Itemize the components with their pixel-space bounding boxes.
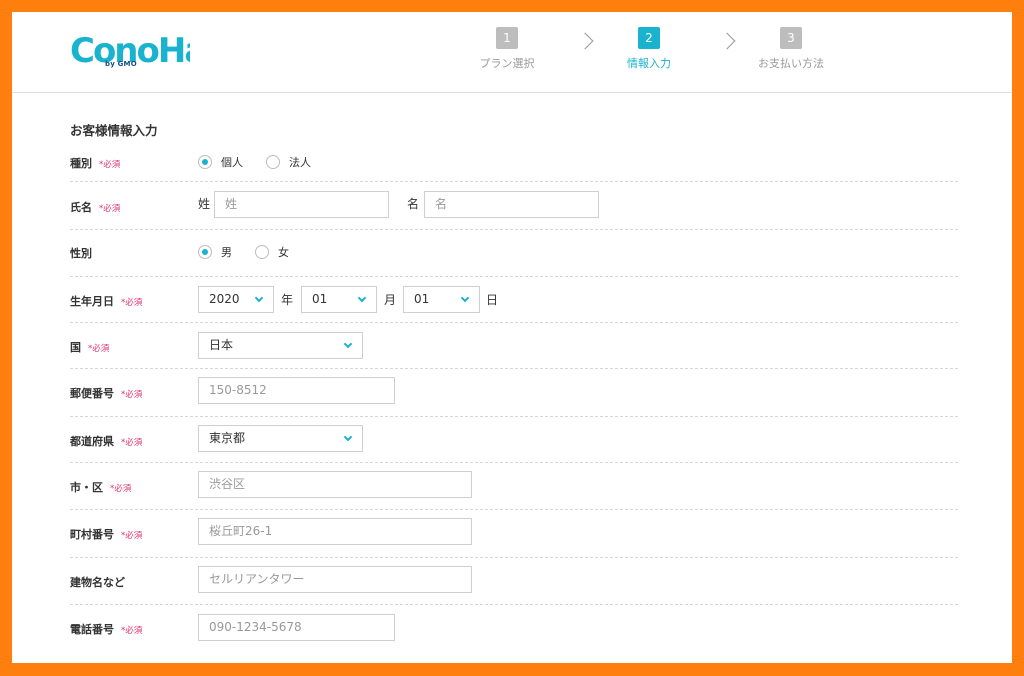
day-unit: 日 bbox=[486, 293, 499, 307]
last-name-prefix: 姓 bbox=[198, 197, 211, 211]
header: ConoHa by GMO 1 プラン選択 2 情報入力 3 お支払い方法 bbox=[12, 12, 1012, 93]
field-label: 性別 bbox=[70, 247, 92, 260]
required-mark: *必須 bbox=[88, 344, 110, 354]
form-row-gender: 性別 男 女 bbox=[70, 230, 958, 277]
field-label: 郵便番号 *必須 bbox=[70, 387, 143, 400]
page-frame: ConoHa by GMO 1 プラン選択 2 情報入力 3 お支払い方法 お客… bbox=[12, 12, 1012, 663]
first-name-prefix: 名 bbox=[407, 197, 420, 211]
last-name-input[interactable]: 姓 bbox=[214, 191, 389, 218]
required-mark: *必須 bbox=[99, 204, 121, 214]
month-unit: 月 bbox=[384, 293, 397, 307]
field-label: 種別 *必須 bbox=[70, 157, 121, 170]
required-mark: *必須 bbox=[121, 298, 143, 308]
form-row-address: 町村番号 *必須 桜丘町26-1 bbox=[70, 510, 958, 558]
required-mark: *必須 bbox=[121, 626, 143, 636]
first-name-input[interactable]: 名 bbox=[424, 191, 599, 218]
field-label: 都道府県 *必須 bbox=[70, 435, 143, 448]
birth-year-select[interactable]: 2020 bbox=[198, 286, 274, 313]
step-info-input: 2 情報入力 bbox=[604, 27, 694, 71]
chevron-down-icon bbox=[357, 293, 367, 303]
phone-input[interactable]: 090-1234-5678 bbox=[198, 614, 395, 641]
radio-individual[interactable] bbox=[198, 155, 212, 169]
type-radio-group: 個人 法人 bbox=[198, 154, 334, 170]
radio-male[interactable] bbox=[198, 245, 212, 259]
radio-corporation[interactable] bbox=[266, 155, 280, 169]
required-mark: *必須 bbox=[121, 531, 143, 541]
required-mark: *必須 bbox=[110, 484, 132, 494]
radio-label-individual[interactable]: 個人 bbox=[221, 154, 243, 170]
prefecture-select[interactable]: 東京都 bbox=[198, 425, 363, 452]
field-label: 市・区 *必須 bbox=[70, 481, 132, 494]
logo-sub-text: by GMO bbox=[105, 60, 137, 68]
year-unit: 年 bbox=[281, 293, 294, 307]
chevron-down-icon bbox=[343, 432, 353, 442]
form-row-country: 国 *必須 日本 bbox=[70, 323, 958, 369]
field-label: 建物名など bbox=[70, 576, 125, 589]
step-number: 2 bbox=[638, 27, 660, 49]
step-label: プラン選択 bbox=[479, 57, 535, 70]
form-row-name: 氏名 *必須 姓 姓 名 名 bbox=[70, 182, 958, 230]
birth-day-select[interactable]: 01 bbox=[403, 286, 480, 313]
chevron-down-icon bbox=[343, 339, 353, 349]
conoha-logo[interactable]: ConoHa by GMO bbox=[70, 28, 190, 72]
step-number: 3 bbox=[780, 27, 802, 49]
field-label: 国 *必須 bbox=[70, 341, 110, 354]
radio-label-male[interactable]: 男 bbox=[221, 244, 232, 260]
radio-label-female[interactable]: 女 bbox=[278, 244, 289, 260]
form-row-type: 種別 *必須 個人 法人 bbox=[70, 144, 958, 182]
form-row-building: 建物名など セルリアンタワー bbox=[70, 558, 958, 605]
step-label: お支払い方法 bbox=[758, 57, 824, 70]
field-label: 生年月日 *必須 bbox=[70, 295, 143, 308]
gender-radio-group: 男 女 bbox=[198, 244, 312, 260]
required-mark: *必須 bbox=[121, 390, 143, 400]
step-plan-select: 1 プラン選択 bbox=[462, 27, 552, 71]
form-row-city: 市・区 *必須 渋谷区 bbox=[70, 463, 958, 510]
building-input[interactable]: セルリアンタワー bbox=[198, 566, 472, 593]
field-label: 電話番号 *必須 bbox=[70, 623, 143, 636]
field-label: 町村番号 *必須 bbox=[70, 528, 143, 541]
chevron-down-icon bbox=[460, 293, 470, 303]
field-label: 氏名 *必須 bbox=[70, 201, 121, 214]
required-mark: *必須 bbox=[121, 438, 143, 448]
postal-code-input[interactable]: 150-8512 bbox=[198, 377, 395, 404]
country-select[interactable]: 日本 bbox=[198, 332, 363, 359]
step-number: 1 bbox=[496, 27, 518, 49]
chevron-down-icon bbox=[254, 293, 264, 303]
city-input[interactable]: 渋谷区 bbox=[198, 471, 472, 498]
radio-female[interactable] bbox=[255, 245, 269, 259]
chevron-right-icon bbox=[718, 32, 736, 50]
step-payment-method: 3 お支払い方法 bbox=[746, 27, 836, 71]
form-row-postal: 郵便番号 *必須 150-8512 bbox=[70, 369, 958, 417]
progress-steps: 1 プラン選択 2 情報入力 3 お支払い方法 bbox=[462, 27, 842, 77]
birth-month-select[interactable]: 01 bbox=[301, 286, 377, 313]
section-title: お客様情報入力 bbox=[70, 123, 158, 138]
form-row-phone: 電話番号 *必須 090-1234-5678 bbox=[70, 605, 958, 653]
form-row-prefecture: 都道府県 *必須 東京都 bbox=[70, 417, 958, 463]
chevron-right-icon bbox=[576, 32, 594, 50]
radio-label-corporation[interactable]: 法人 bbox=[289, 154, 311, 170]
address-input[interactable]: 桜丘町26-1 bbox=[198, 518, 472, 545]
step-label: 情報入力 bbox=[627, 57, 671, 70]
required-mark: *必須 bbox=[99, 160, 121, 170]
form-row-birthdate: 生年月日 *必須 2020 年 01 月 01 日 bbox=[70, 277, 958, 323]
